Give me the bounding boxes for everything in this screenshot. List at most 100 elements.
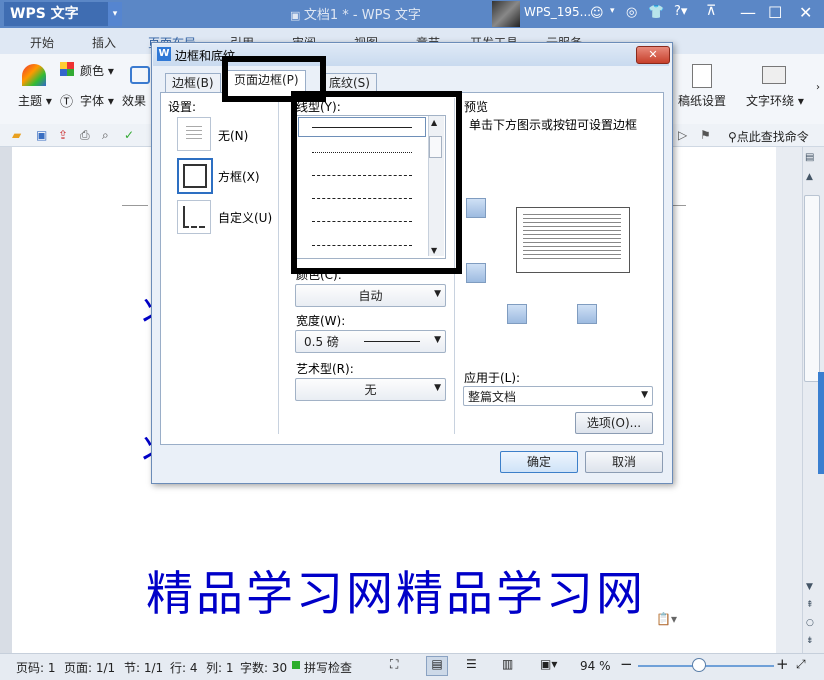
- select-browse-icon[interactable]: ○: [806, 618, 814, 628]
- scroll-thumb[interactable]: [804, 195, 820, 382]
- flag-icon[interactable]: ⚑: [700, 128, 711, 142]
- zoom-slider[interactable]: [638, 665, 774, 667]
- zoom-level[interactable]: 94 %: [580, 659, 611, 673]
- divider: [278, 98, 279, 434]
- tab-borders[interactable]: 边框(B): [165, 73, 221, 93]
- zoom-out-icon[interactable]: −: [620, 655, 633, 673]
- app-brand: WPS 文字: [10, 6, 79, 22]
- font-button[interactable]: 字体 ▾: [80, 92, 114, 109]
- help-icon[interactable]: ?▾: [674, 4, 687, 19]
- save-icon[interactable]: ▣: [36, 128, 47, 142]
- document-icon: ▣: [290, 9, 304, 22]
- document-title: ▣ 文档1 * - WPS 文字: [290, 8, 421, 23]
- top-border-button[interactable]: [466, 198, 486, 218]
- cancel-button[interactable]: 取消: [585, 451, 663, 473]
- document-text[interactable]: 精品学习网精品学习网: [146, 555, 646, 624]
- ok-button[interactable]: 确定: [500, 451, 578, 473]
- outline-view-icon[interactable]: ☰: [466, 657, 477, 671]
- paste-options-icon[interactable]: 📋▾: [656, 612, 677, 626]
- search-icon: ⚲: [728, 130, 737, 144]
- tab-home[interactable]: 开始: [30, 34, 54, 51]
- zoom-in-icon[interactable]: +: [776, 655, 789, 673]
- status-section: 节: 1/1: [124, 661, 164, 675]
- highlight-box: [291, 91, 462, 274]
- next-icon[interactable]: ▷: [678, 128, 687, 142]
- width-dropdown[interactable]: 0.5 磅 ▼: [295, 330, 446, 353]
- setting-none-label[interactable]: 无(N): [218, 127, 248, 144]
- paper-setting-button[interactable]: 稿纸设置: [678, 92, 726, 109]
- user-avatar[interactable]: [492, 1, 520, 27]
- paper-setting-icon[interactable]: [692, 64, 712, 88]
- theme-icon[interactable]: [22, 64, 46, 86]
- apply-to-label: 应用于(L):: [464, 371, 521, 385]
- smiley-icon[interactable]: ☺: [590, 6, 604, 21]
- next-page-icon[interactable]: ⇟: [806, 636, 814, 646]
- app-menu-button[interactable]: WPS 文字 ▾: [4, 2, 122, 26]
- effect-button[interactable]: 效果: [122, 92, 146, 109]
- fullscreen-icon[interactable]: ⛶: [390, 657, 398, 672]
- left-border-button[interactable]: [507, 304, 527, 324]
- color-button[interactable]: 颜色 ▾: [80, 62, 114, 79]
- right-border-button[interactable]: [577, 304, 597, 324]
- options-button[interactable]: 选项(O)...: [575, 412, 653, 434]
- scroll-down-icon[interactable]: ▼: [806, 582, 813, 592]
- skin-icon[interactable]: ◎: [626, 5, 637, 20]
- tab-insert[interactable]: 插入: [92, 34, 116, 51]
- chevron-down-icon[interactable]: ▾: [610, 6, 615, 16]
- scroll-options-icon[interactable]: ▤: [805, 152, 814, 163]
- chevron-down-icon: ▼: [434, 335, 441, 345]
- width-line-sample: [364, 341, 420, 342]
- text-wrap-button[interactable]: 文字环绕 ▾: [746, 92, 804, 109]
- preview-hint: 单击下方图示或按钮可设置边框: [469, 118, 638, 132]
- search-command[interactable]: ⚲点此查找命令: [728, 128, 809, 145]
- ribbon-scroll-icon[interactable]: ›: [816, 82, 820, 93]
- print-icon[interactable]: ⎙: [80, 128, 90, 143]
- prev-page-icon[interactable]: ⇞: [806, 600, 814, 610]
- setting-none-icon[interactable]: [177, 117, 211, 151]
- status-page-num[interactable]: 页码: 1: [16, 659, 56, 676]
- color-dropdown[interactable]: 自动 ▼: [295, 284, 446, 307]
- chevron-down-icon: ▼: [434, 383, 441, 393]
- margin-marker: [122, 205, 148, 206]
- fit-page-icon[interactable]: ⤢: [796, 657, 806, 672]
- setting-custom-label[interactable]: 自定义(U): [218, 209, 272, 226]
- text-wrap-icon[interactable]: [762, 66, 786, 84]
- settings-label: 设置:: [168, 100, 197, 114]
- wps-logo-icon: W: [157, 47, 171, 61]
- theme-button[interactable]: 主题 ▾: [18, 92, 52, 109]
- export-pdf-icon[interactable]: ⇪: [58, 128, 68, 142]
- close-button[interactable]: ✕: [799, 3, 812, 22]
- status-pages: 页面: 1/1: [64, 661, 116, 675]
- art-value: 无: [364, 383, 377, 397]
- side-panel-tab[interactable]: [818, 372, 824, 474]
- print-preview-icon[interactable]: ⌕: [102, 128, 109, 143]
- open-icon[interactable]: ▰: [12, 128, 21, 142]
- minimize-button[interactable]: —: [740, 3, 756, 22]
- spell-check-button[interactable]: 拼写检查: [304, 659, 352, 676]
- color-icon[interactable]: [60, 62, 74, 76]
- status-word-count[interactable]: 字数: 30: [240, 659, 287, 676]
- preview-page[interactable]: [516, 207, 630, 273]
- chevron-down-icon[interactable]: ▾: [108, 2, 122, 26]
- page-view-button[interactable]: ▤: [426, 656, 448, 676]
- tab-shading[interactable]: 底纹(S): [322, 73, 377, 93]
- width-label: 宽度(W):: [296, 314, 346, 328]
- apply-to-dropdown[interactable]: 整篇文档 ▼: [463, 386, 653, 406]
- margin-marker: [672, 205, 686, 206]
- page-setup-icon[interactable]: [130, 66, 150, 84]
- status-col: 列: 1: [206, 661, 234, 675]
- web-view-icon[interactable]: ▥: [502, 657, 513, 671]
- shirt-icon[interactable]: 👕: [648, 5, 664, 20]
- art-dropdown[interactable]: 无 ▼: [295, 378, 446, 401]
- maximize-button[interactable]: ☐: [768, 3, 782, 22]
- spellcheck-icon[interactable]: ✓: [124, 128, 134, 142]
- bottom-border-button[interactable]: [466, 263, 486, 283]
- preview-label: 预览: [464, 100, 489, 114]
- reading-view-icon[interactable]: ▣▾: [540, 657, 557, 671]
- dialog-close-button[interactable]: ✕: [636, 46, 670, 64]
- setting-box-label[interactable]: 方框(X): [218, 168, 260, 185]
- scroll-up-icon[interactable]: ▲: [806, 172, 813, 182]
- restore-icon[interactable]: ⊼: [706, 3, 716, 19]
- box-border-icon: [183, 164, 207, 188]
- user-name[interactable]: WPS_195...: [524, 5, 591, 19]
